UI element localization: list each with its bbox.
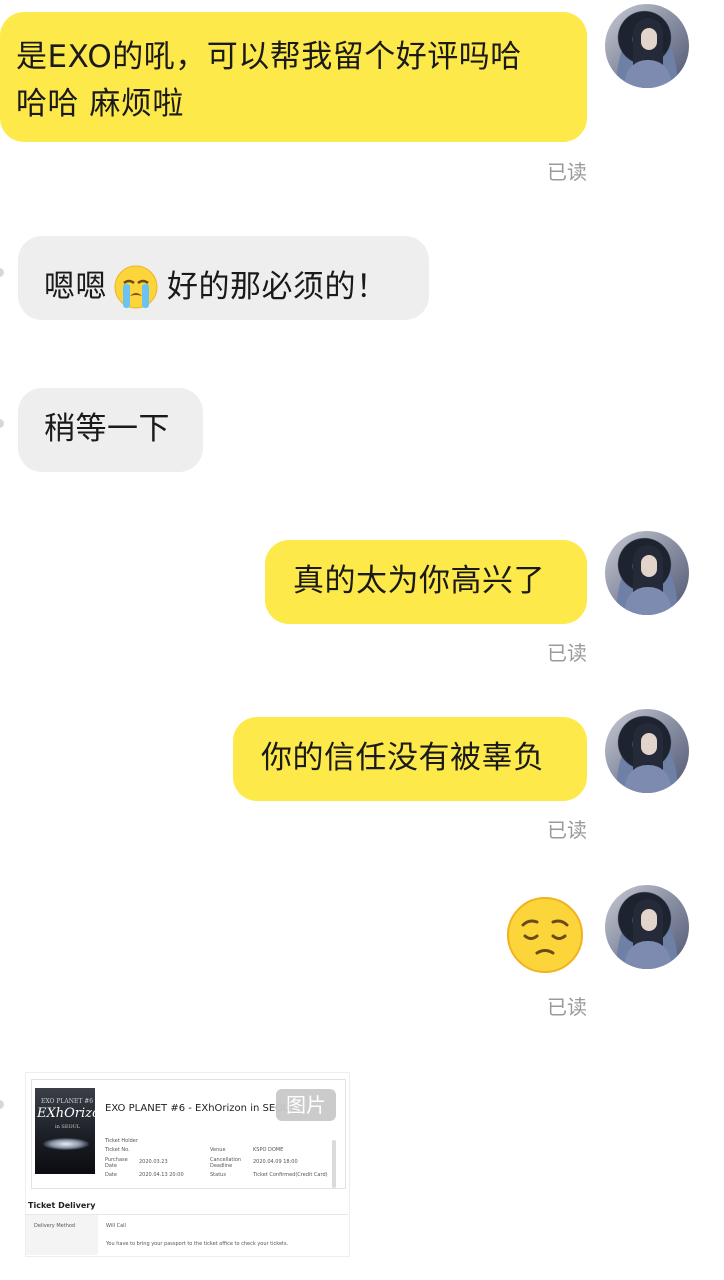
read-status: 已读: [547, 641, 587, 665]
field-label: Status: [210, 1172, 226, 1178]
ticket-title: EXO PLANET #6 - EXhOrizon in SEOUL: [105, 1103, 296, 1114]
delivery-label-cell: Delivery Method: [26, 1215, 98, 1255]
poster-line: EXhOrizon: [37, 1106, 95, 1121]
avatar[interactable]: [605, 709, 689, 793]
read-status: 已读: [547, 995, 587, 1019]
avatar[interactable]: [605, 885, 689, 969]
message-text: 好的那必须的！: [167, 268, 388, 305]
message-bubble-mine[interactable]: 你的信任没有被辜负: [233, 717, 587, 801]
read-status: 已读: [547, 818, 587, 842]
message-text: 是EXO的吼，可以帮我留个好评吗哈: [16, 39, 522, 75]
field-value: KSPO DOME: [253, 1147, 284, 1153]
message-bubble-theirs[interactable]: 嗯嗯 好的那必须的！: [18, 236, 429, 320]
field-value: 2020.04.13 20:00: [139, 1172, 184, 1178]
poster-glow: [43, 1138, 89, 1150]
message-text: 你的信任没有被辜负: [261, 740, 545, 776]
message-bubble-mine[interactable]: 是EXO的吼，可以帮我留个好评吗哈 哈哈 麻烦啦: [0, 12, 587, 142]
delivery-note: You have to bring your passport to the t…: [106, 1241, 289, 1247]
avatar[interactable]: [605, 4, 689, 88]
field-value: Will Call: [106, 1223, 126, 1229]
delivery-heading: Ticket Delivery: [28, 1201, 96, 1210]
field-value: 2020.04.09 18:00: [253, 1159, 298, 1165]
pensive-face-icon[interactable]: [505, 895, 585, 975]
field-value: 2020.03.23: [139, 1159, 168, 1165]
message-text: 哈哈 麻烦啦: [16, 86, 184, 122]
message-bubble-mine[interactable]: 真的太为你高兴了: [265, 540, 587, 624]
field-label: Ticket Holder: [105, 1138, 138, 1144]
read-status: 已读: [547, 160, 587, 184]
field-label: Cancellation Deadline: [210, 1157, 241, 1169]
scrollbar[interactable]: [332, 1140, 336, 1188]
avatar-edge: [0, 419, 4, 428]
poster-line: in SEOUL: [55, 1124, 81, 1130]
delivery-table: Delivery Method Will Call You have to br…: [26, 1214, 348, 1255]
field-label: Delivery Method: [34, 1223, 76, 1229]
message-text: 嗯嗯: [44, 268, 107, 305]
field-label: Ticket No.: [105, 1147, 130, 1153]
avatar-edge: [0, 268, 4, 277]
field-label: Purchase Date: [105, 1157, 128, 1169]
ticket-poster: EXO PLANET #6 EXhOrizon in SEOUL: [35, 1088, 95, 1174]
avatar-edge: [0, 1100, 4, 1109]
field-value: Ticket Confirmed(Credit Card): [253, 1172, 328, 1178]
poster-line: EXO PLANET #6: [41, 1098, 94, 1105]
message-text: 真的太为你高兴了: [293, 563, 545, 599]
image-badge: 图片: [276, 1089, 336, 1121]
message-text: 稍等一下: [44, 411, 170, 447]
field-label: Date: [105, 1172, 117, 1178]
message-bubble-theirs[interactable]: 稍等一下: [18, 388, 203, 472]
avatar[interactable]: [605, 531, 689, 615]
field-label: Venue: [210, 1147, 226, 1153]
loudly-crying-face-icon: [113, 264, 159, 310]
